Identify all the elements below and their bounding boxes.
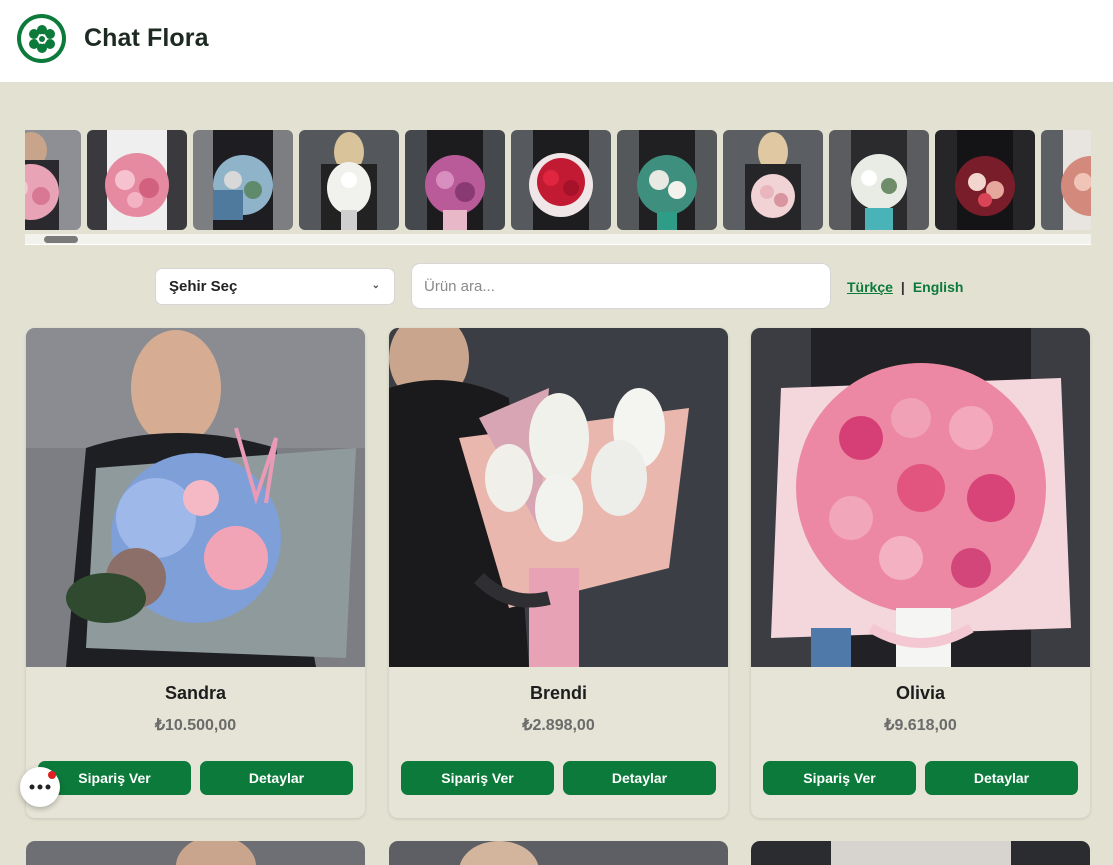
thumbnail-image[interactable] bbox=[617, 130, 717, 230]
chat-launcher-button[interactable] bbox=[20, 767, 60, 807]
city-select[interactable]: Şehir Seç ⌄ bbox=[155, 268, 395, 305]
thumbnail-image[interactable] bbox=[405, 130, 505, 230]
product-name: Brendi bbox=[529, 683, 587, 703]
product-name: Sandra bbox=[164, 683, 227, 703]
details-button[interactable]: Detaylar bbox=[563, 761, 716, 795]
bouquet-thumbnail-strip[interactable] bbox=[25, 130, 1091, 245]
language-english-link[interactable]: English bbox=[913, 279, 964, 295]
thumbnail-image[interactable] bbox=[511, 130, 611, 230]
top-header: Chat Flora bbox=[0, 0, 1113, 82]
language-turkish-link[interactable]: Türkçe bbox=[847, 279, 893, 295]
flower-logo-icon[interactable] bbox=[17, 14, 66, 63]
city-select-value: Şehir Seç bbox=[169, 278, 238, 295]
thumbnail-image[interactable] bbox=[1041, 130, 1091, 230]
language-switcher: Türkçe | English bbox=[847, 279, 963, 295]
product-image[interactable] bbox=[751, 328, 1090, 667]
order-button[interactable]: Sipariş Ver bbox=[38, 761, 191, 795]
product-card-partial[interactable] bbox=[751, 841, 1090, 865]
product-card-partial[interactable] bbox=[389, 841, 728, 865]
product-card-partial[interactable] bbox=[26, 841, 365, 865]
details-button[interactable]: Detaylar bbox=[200, 761, 353, 795]
notification-dot bbox=[48, 771, 56, 779]
product-price: ₺2.898,00 bbox=[522, 717, 595, 734]
product-price: ₺10.500,00 bbox=[154, 717, 237, 734]
thumbnail-image[interactable] bbox=[935, 130, 1035, 230]
order-button[interactable]: Sipariş Ver bbox=[401, 761, 554, 795]
product-image[interactable] bbox=[26, 328, 365, 667]
order-button[interactable]: Sipariş Ver bbox=[763, 761, 916, 795]
scrollbar-thumb[interactable] bbox=[44, 236, 78, 243]
thumbnail-image[interactable] bbox=[723, 130, 823, 230]
thumbnail-image[interactable] bbox=[87, 130, 187, 230]
more-dots-icon bbox=[29, 784, 51, 790]
product-price: ₺9.618,00 bbox=[884, 717, 957, 734]
chevron-down-icon: ⌄ bbox=[371, 280, 380, 291]
product-card: Sandra ₺10.500,00 Sipariş Ver Detaylar bbox=[26, 328, 365, 818]
brand-name[interactable]: Chat Flora bbox=[84, 24, 209, 53]
product-search-input[interactable] bbox=[411, 263, 831, 309]
thumbnail-image[interactable] bbox=[25, 130, 81, 230]
thumbnail-image[interactable] bbox=[193, 130, 293, 230]
details-button[interactable]: Detaylar bbox=[925, 761, 1078, 795]
language-separator: | bbox=[900, 279, 905, 295]
product-name: Olivia bbox=[895, 683, 946, 703]
product-card: Olivia ₺9.618,00 Sipariş Ver Detaylar bbox=[751, 328, 1090, 818]
product-image[interactable] bbox=[389, 328, 728, 667]
product-card: Brendi ₺2.898,00 Sipariş Ver Detaylar bbox=[389, 328, 728, 818]
thumbnail-image[interactable] bbox=[299, 130, 399, 230]
strip-scrollbar[interactable] bbox=[25, 234, 1091, 244]
thumbnail-image[interactable] bbox=[829, 130, 929, 230]
